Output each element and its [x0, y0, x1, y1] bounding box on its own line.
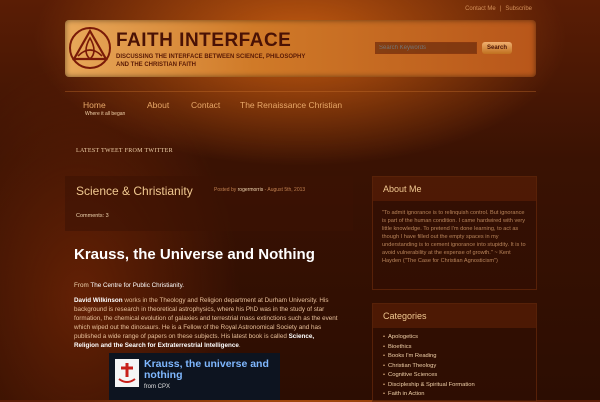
category-title[interactable]: Science & Christianity [76, 184, 193, 198]
categories-list: Apologetics Bioethics Books I'm Reading … [383, 333, 536, 400]
about-me-title: About Me [373, 177, 536, 201]
category-item[interactable]: Cognitive Sciences [383, 371, 536, 381]
contact-me-link[interactable]: Contact Me [465, 6, 496, 12]
category-item[interactable]: Apologetics [383, 333, 536, 343]
video-embed[interactable]: Krauss, the universe and nothing from CP… [109, 353, 280, 400]
category-item[interactable]: Faith in Action [383, 390, 536, 400]
nav-contact[interactable]: Contact [191, 100, 220, 110]
categories-title: Categories [373, 304, 536, 328]
about-me-widget: About Me "To admit ignorance is to relin… [372, 176, 537, 290]
nav-home-label: Home [83, 100, 106, 110]
category-item[interactable]: Christian Theology [383, 362, 536, 372]
author-name-link[interactable]: David Wilkinson [74, 297, 123, 304]
nav-home[interactable]: Home Where it all began [83, 100, 125, 117]
posted-by-label: Posted by [214, 187, 237, 193]
post-header: Science & Christianity Posted by rogermo… [65, 176, 353, 231]
latest-tweet-heading: Latest Tweet from Twitter [76, 148, 173, 154]
author-link[interactable]: rogermorris [238, 187, 264, 193]
search-input[interactable] [375, 42, 477, 54]
source-link[interactable]: The Centre for Public Christianity. [90, 282, 184, 289]
top-links-separator: | [499, 6, 502, 12]
subscribe-link[interactable]: Subscribe [505, 6, 532, 12]
post-meta: Posted by rogermorris - August 5th, 2013 [214, 187, 305, 193]
categories-widget: Categories Apologetics Bioethics Books I… [372, 303, 537, 402]
nav-renaissance-christian[interactable]: The Renaissance Christian [240, 100, 342, 110]
post-body: David Wilkinson works in the Theology an… [74, 296, 340, 350]
about-me-text: "To admit ignorance is to relinquish con… [382, 210, 526, 264]
category-item[interactable]: Discipleship & Spiritual Formation [383, 381, 536, 391]
top-links: Contact Me | Subscribe [463, 6, 534, 12]
site-header: FAITH INTERFACE Discussing the Interface… [65, 20, 536, 77]
nav-about[interactable]: About [147, 100, 169, 110]
post-date: - August 5th, 2013 [264, 187, 306, 193]
category-item[interactable]: Bioethics [383, 343, 536, 353]
post-title[interactable]: Krauss, the Universe and Nothing [74, 246, 315, 263]
nav-divider [65, 91, 536, 92]
post-source: From The Centre for Public Christianity. [74, 282, 184, 289]
video-title[interactable]: Krauss, the universe and nothing [144, 359, 279, 381]
nav-home-subtitle: Where it all began [85, 111, 126, 117]
source-prefix: From [74, 282, 89, 289]
post-body-end: . [238, 342, 241, 349]
category-item[interactable]: Books I'm Reading [383, 352, 536, 362]
site-tagline: Discussing the Interface between Science… [116, 54, 306, 68]
triquetra-logo-icon[interactable] [68, 26, 112, 70]
search-button[interactable]: Search [482, 42, 512, 54]
video-source: from CPX [144, 384, 171, 390]
site-title[interactable]: FAITH INTERFACE [116, 30, 291, 52]
comments-link[interactable]: Comments: 3 [76, 213, 109, 219]
cpx-logo-icon [115, 359, 139, 387]
